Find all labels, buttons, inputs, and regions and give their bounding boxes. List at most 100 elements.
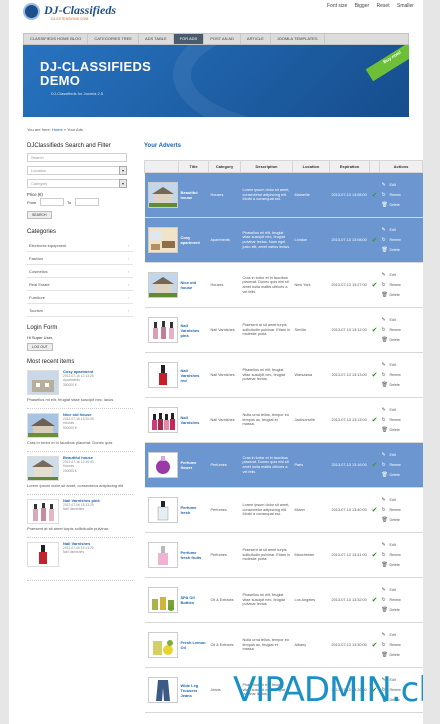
location-select[interactable]: Location ▾ xyxy=(27,166,127,175)
table-row[interactable]: Fresh Lemon Oil Oil & Extracts Nulla urna … xyxy=(144,622,423,668)
price-to-input[interactable] xyxy=(75,198,99,206)
table-row[interactable]: Perfume flower Perfumes Cras in tortor et … xyxy=(144,442,423,488)
table-row[interactable]: SPA Oil Bottles Oil & Extracts Phasellus m… xyxy=(144,577,423,623)
table-row[interactable]: Beautiful house Houses Lorem ipsum dolor s… xyxy=(144,172,423,218)
nav-item-home-blog[interactable]: CLASSIFIEDS HOME BLOG xyxy=(24,34,89,44)
nav-item-joomla-templates[interactable]: JOOMLA TEMPLATES xyxy=(271,34,325,44)
recent-item[interactable]: Nail Varnishes pink 2012-07-06 15:13:29 N… xyxy=(27,498,133,538)
col-expiration[interactable]: Expiration xyxy=(329,160,370,173)
nav-item-categories-tree[interactable]: CATEGORIES TREE xyxy=(88,34,139,44)
renew-action[interactable]: ↻ Renew xyxy=(382,235,421,245)
delete-action[interactable]: 🗑 Delete xyxy=(382,650,421,660)
font-smaller-link[interactable]: Smaller xyxy=(397,3,414,9)
renew-action[interactable]: ↻ Renew xyxy=(382,595,421,605)
delete-action[interactable]: 🗑 Delete xyxy=(382,605,421,615)
logo-title[interactable]: DJ-Classifieds xyxy=(44,3,116,18)
recent-thumb[interactable] xyxy=(27,370,59,395)
ad-thumbnail[interactable] xyxy=(147,452,178,478)
delete-action[interactable]: 🗑 Delete xyxy=(382,380,421,390)
renew-action[interactable]: ↻ Renew xyxy=(382,505,421,515)
edit-action[interactable]: ✎ Edit xyxy=(382,405,421,415)
ad-thumbnail[interactable] xyxy=(147,317,178,343)
edit-action[interactable]: ✎ Edit xyxy=(382,630,421,640)
edit-action[interactable]: ✎ Edit xyxy=(382,180,421,190)
renew-action[interactable]: ↻ Renew xyxy=(382,460,421,470)
ad-title-link[interactable]: Wide Leg Trousers Jeans xyxy=(181,683,199,698)
nav-item-ads-table[interactable]: ADS TABLE xyxy=(139,34,174,44)
recent-item[interactable]: Nice old house 2012-07-16 13:20:09 Houses… xyxy=(27,412,133,452)
ad-thumbnail[interactable] xyxy=(147,362,178,388)
category-item[interactable]: Fashion › xyxy=(27,252,133,265)
ad-thumbnail[interactable] xyxy=(147,542,178,568)
table-row[interactable]: Nice old house Houses Cras in tortor et in… xyxy=(144,262,423,308)
renew-action[interactable]: ↻ Renew xyxy=(382,640,421,650)
recent-thumb[interactable] xyxy=(27,456,59,481)
edit-action[interactable]: ✎ Edit xyxy=(382,495,421,505)
ad-title-link[interactable]: Perfume fresh xyxy=(181,505,197,515)
edit-action[interactable]: ✎ Edit xyxy=(382,315,421,325)
delete-action[interactable]: 🗑 Delete xyxy=(382,470,421,480)
table-row[interactable]: Nail Varnishes red Nail Varnishes Phasellu… xyxy=(144,352,423,398)
ad-title-link[interactable]: Nice old house xyxy=(181,280,197,290)
delete-action[interactable]: 🗑 Delete xyxy=(382,560,421,570)
breadcrumb-home[interactable]: Home xyxy=(52,127,63,132)
ad-title-link[interactable]: Nail Varnishes xyxy=(181,415,200,425)
ad-thumbnail[interactable] xyxy=(147,587,178,613)
category-item[interactable]: Furniture › xyxy=(27,291,133,304)
search-button[interactable]: SEARCH xyxy=(27,211,52,219)
recent-item[interactable]: Nail Varnishes 2012-07-06 15:13:29 Nail V… xyxy=(27,541,133,581)
category-item[interactable]: Electronic equipment › xyxy=(27,239,133,252)
recent-item[interactable]: Beautiful house 2012-07-16 12:26:40 House… xyxy=(27,455,133,495)
font-reset-link[interactable]: Reset xyxy=(377,3,390,9)
renew-action[interactable]: ↻ Renew xyxy=(382,415,421,425)
renew-action[interactable]: ↻ Renew xyxy=(382,280,421,290)
search-input[interactable]: Search xyxy=(27,153,127,162)
edit-action[interactable]: ✎ Edit xyxy=(382,270,421,280)
edit-action[interactable]: ✎ Edit xyxy=(382,540,421,550)
ad-thumbnail[interactable] xyxy=(147,407,178,433)
font-bigger-link[interactable]: Bigger xyxy=(355,3,369,9)
logout-button[interactable]: LOG OUT xyxy=(27,343,53,351)
col-category[interactable]: Category xyxy=(208,160,241,173)
renew-action[interactable]: ↻ Renew xyxy=(382,550,421,560)
recent-thumb[interactable] xyxy=(27,542,59,567)
ad-thumbnail[interactable] xyxy=(147,182,178,208)
ad-title-link[interactable]: Nail Varnishes red xyxy=(181,368,200,383)
delete-action[interactable]: 🗑 Delete xyxy=(382,200,421,210)
recent-item[interactable]: Cosy apartment 2012-07-16 12:13:25 Apartm… xyxy=(27,369,133,409)
ad-title-link[interactable]: Perfume fresh fruits xyxy=(181,550,202,560)
delete-action[interactable]: 🗑 Delete xyxy=(382,245,421,255)
delete-action[interactable]: 🗑 Delete xyxy=(382,290,421,300)
renew-action[interactable]: ↻ Renew xyxy=(382,325,421,335)
delete-action[interactable]: 🗑 Delete xyxy=(382,335,421,345)
col-title[interactable]: Title xyxy=(178,160,209,173)
ad-title-link[interactable]: Cosy apartment xyxy=(181,235,200,245)
ad-title-link[interactable]: SPA Oil Bottles xyxy=(181,595,195,605)
ad-thumbnail[interactable] xyxy=(147,632,178,658)
table-row[interactable]: Perfume fresh Perfumes Lorem ipsum dolor s… xyxy=(144,487,423,533)
ad-title-link[interactable]: Perfume flower xyxy=(181,460,197,470)
category-item[interactable]: Real Estate › xyxy=(27,278,133,291)
edit-action[interactable]: ✎ Edit xyxy=(382,225,421,235)
renew-action[interactable]: ↻ Renew xyxy=(382,190,421,200)
renew-action[interactable]: ↻ Renew xyxy=(382,370,421,380)
table-row[interactable]: Nail Varnishes pink Nail Varnishes Praesen… xyxy=(144,307,423,353)
ad-title-link[interactable]: Nail Varnishes pink xyxy=(181,323,200,338)
ad-thumbnail[interactable] xyxy=(147,227,178,253)
delete-action[interactable]: 🗑 Delete xyxy=(382,425,421,435)
recent-thumb[interactable] xyxy=(27,413,59,438)
recent-thumb[interactable] xyxy=(27,499,59,524)
col-location[interactable]: Location xyxy=(292,160,330,173)
ad-title-link[interactable]: Beautiful house xyxy=(181,190,198,200)
table-row[interactable]: Perfume fresh fruits Perfumes Praesent at … xyxy=(144,532,423,578)
edit-action[interactable]: ✎ Edit xyxy=(382,450,421,460)
edit-action[interactable]: ✎ Edit xyxy=(382,360,421,370)
ad-thumbnail[interactable] xyxy=(147,497,178,523)
edit-action[interactable]: ✎ Edit xyxy=(382,585,421,595)
category-item[interactable]: Tourism › xyxy=(27,304,133,317)
ad-title-link[interactable]: Fresh Lemon Oil xyxy=(181,640,206,650)
logo-icon[interactable] xyxy=(23,3,40,20)
nav-item-post-ad[interactable]: POST AN AD xyxy=(204,34,241,44)
price-from-input[interactable] xyxy=(40,198,64,206)
nav-item-article[interactable]: ARTICLE xyxy=(241,34,271,44)
